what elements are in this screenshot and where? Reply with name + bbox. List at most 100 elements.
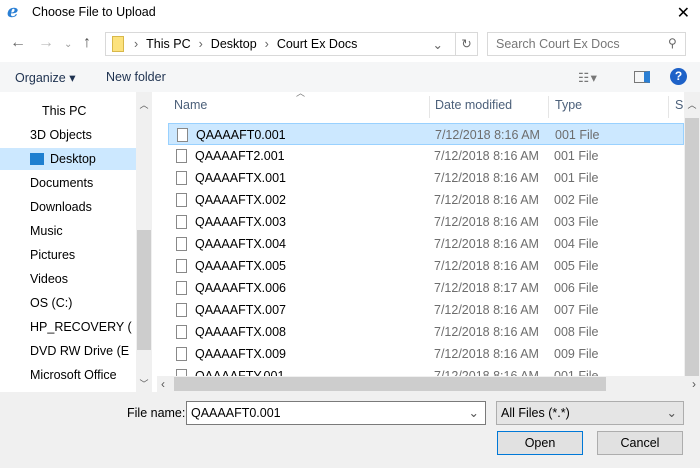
- file-name: QAAAAFTX.001: [195, 171, 287, 185]
- sidebar-item[interactable]: DVD RW Drive (E: [30, 340, 136, 362]
- file-row[interactable]: QAAAAFTX.005 7/12/2018 8:16 AM 005 File: [168, 255, 684, 277]
- column-header-type[interactable]: Type: [555, 92, 582, 118]
- file-name-input[interactable]: QAAAAFT0.001 ⌄: [186, 401, 486, 425]
- sidebar-scrollbar[interactable]: ︿ ﹀: [136, 92, 152, 392]
- file-type-dropdown-icon: ⌄: [666, 406, 677, 420]
- new-folder-button[interactable]: New folder: [106, 70, 166, 84]
- file-row[interactable]: QAAAAFTX.006 7/12/2018 8:17 AM 006 File: [168, 277, 684, 299]
- file-row[interactable]: QAAAAFTX.007 7/12/2018 8:16 AM 007 File: [168, 299, 684, 321]
- file-row[interactable]: QAAAAFT0.001 7/12/2018 8:16 AM 001 File: [168, 123, 684, 145]
- file-date: 7/12/2018 8:16 AM: [434, 325, 539, 339]
- sidebar-item[interactable]: Music: [30, 220, 136, 242]
- file-name: QAAAAFTX.009: [195, 347, 287, 361]
- sidebar-item-label: DVD RW Drive (E: [30, 344, 130, 358]
- sidebar-item[interactable]: HP_RECOVERY (: [30, 316, 136, 338]
- file-type: 007 File: [554, 303, 599, 317]
- sidebar-item[interactable]: This PC: [42, 100, 148, 122]
- file-name: QAAAAFTX.003: [195, 215, 287, 229]
- file-date: 7/12/2018 8:16 AM: [434, 237, 539, 251]
- ie-logo-icon: e: [7, 1, 19, 22]
- view-options-icon[interactable]: ☷ ▾: [578, 70, 597, 85]
- file-icon: [177, 128, 188, 142]
- file-icon: [176, 259, 187, 273]
- address-dropdown-icon[interactable]: ⌄: [433, 37, 443, 52]
- sidebar-item[interactable]: 3D Objects: [30, 124, 136, 146]
- preview-pane-icon[interactable]: [634, 71, 650, 83]
- file-row[interactable]: QAAAAFTX.002 7/12/2018 8:16 AM 002 File: [168, 189, 684, 211]
- recent-chevron-icon[interactable]: ⌄: [64, 39, 72, 50]
- file-name: QAAAAFTX.007: [195, 303, 287, 317]
- up-arrow-icon[interactable]: ↑: [83, 34, 91, 52]
- file-date: 7/12/2018 8:16 AM: [434, 215, 539, 229]
- refresh-icon[interactable]: ↻: [455, 33, 477, 55]
- cancel-button[interactable]: Cancel: [597, 431, 683, 455]
- file-date: 7/12/2018 8:16 AM: [435, 128, 540, 142]
- column-header-date[interactable]: Date modified: [435, 92, 512, 118]
- file-name: QAAAAFTX.002: [195, 193, 287, 207]
- desktop-icon: [30, 153, 44, 165]
- sidebar-item[interactable]: Pictures: [30, 244, 136, 266]
- file-icon: [176, 281, 187, 295]
- sidebar-item[interactable]: OS (C:): [30, 292, 136, 314]
- sidebar-item-label: Microsoft Office: [30, 368, 117, 382]
- sidebar-item-label: Videos: [30, 272, 68, 286]
- file-name-value: QAAAAFT0.001: [191, 406, 281, 420]
- file-row[interactable]: QAAAAFTX.003 7/12/2018 8:16 AM 003 File: [168, 211, 684, 233]
- sidebar-item[interactable]: Documents: [30, 172, 136, 194]
- file-type: 002 File: [554, 193, 599, 207]
- file-icon: [176, 237, 187, 251]
- file-name-label: File name:: [127, 406, 186, 420]
- sidebar-item-label: Music: [30, 224, 63, 238]
- search-input[interactable]: Search Court Ex Docs: [487, 32, 686, 56]
- file-icon: [176, 325, 187, 339]
- file-date: 7/12/2018 8:16 AM: [434, 303, 539, 317]
- file-list-vertical-scrollbar[interactable]: ︿: [684, 92, 700, 376]
- help-icon[interactable]: ?: [670, 68, 687, 85]
- file-name: QAAAAFTX.005: [195, 259, 287, 273]
- column-header-name[interactable]: Name: [174, 92, 207, 118]
- file-type: 006 File: [554, 281, 599, 295]
- sidebar-item[interactable]: Downloads: [30, 196, 136, 218]
- file-type: 009 File: [554, 347, 599, 361]
- column-header-size[interactable]: Si: [675, 92, 684, 118]
- breadcrumb-this-pc[interactable]: This PC: [146, 37, 190, 51]
- sidebar-item[interactable]: Desktop: [0, 148, 136, 170]
- file-date: 7/12/2018 8:17 AM: [434, 281, 539, 295]
- file-row[interactable]: QAAAAFTX.004 7/12/2018 8:16 AM 004 File: [168, 233, 684, 255]
- breadcrumb-desktop[interactable]: Desktop: [211, 37, 257, 51]
- open-button[interactable]: Open: [497, 431, 583, 455]
- file-row[interactable]: QAAAAFT2.001 7/12/2018 8:16 AM 001 File: [168, 145, 684, 167]
- file-row[interactable]: QAAAAFTX.008 7/12/2018 8:16 AM 008 File: [168, 321, 684, 343]
- organize-button[interactable]: Organize ▾: [15, 70, 75, 85]
- file-row[interactable]: QAAAAFTX.009 7/12/2018 8:16 AM 009 File: [168, 343, 684, 365]
- file-type: 001 File: [554, 171, 599, 185]
- address-bar[interactable]: › This PC › Desktop › Court Ex Docs ⌄ ↻: [105, 32, 478, 56]
- organize-label: Organize: [15, 71, 66, 85]
- sort-indicator-icon: ︿: [296, 88, 306, 98]
- sidebar-item-label: 3D Objects: [30, 128, 92, 142]
- forward-arrow-icon[interactable]: →: [38, 34, 54, 52]
- file-name-dropdown-icon[interactable]: ⌄: [469, 405, 479, 420]
- file-type-select[interactable]: All Files (*.*) ⌄: [496, 401, 684, 425]
- file-type: 008 File: [554, 325, 599, 339]
- back-arrow-icon[interactable]: ←: [10, 34, 26, 52]
- file-name: QAAAAFTX.008: [195, 325, 287, 339]
- file-row[interactable]: QAAAAFTX.001 7/12/2018 8:16 AM 001 File: [168, 167, 684, 189]
- file-date: 7/12/2018 8:16 AM: [434, 347, 539, 361]
- file-list-horizontal-scrollbar[interactable]: ‹ ›: [157, 376, 700, 392]
- file-name: QAAAAFT0.001: [196, 128, 286, 142]
- file-name: QAAAAFTX.006: [195, 281, 287, 295]
- sidebar-item-label: Downloads: [30, 200, 92, 214]
- navigation-pane: This PC 3D Objects Desktop Documents Downloa…: [0, 92, 152, 392]
- file-name: QAAAAFT2.001: [195, 149, 285, 163]
- sidebar-item[interactable]: Videos: [30, 268, 136, 290]
- file-type: 001 File: [555, 128, 600, 142]
- file-type-value: All Files (*.*): [501, 406, 570, 420]
- file-date: 7/12/2018 8:16 AM: [434, 171, 539, 185]
- breadcrumb-court-ex-docs[interactable]: Court Ex Docs: [277, 37, 358, 51]
- close-button[interactable]: ✕: [677, 3, 690, 23]
- search-icon: ⚲: [668, 36, 677, 50]
- sidebar-item-label: HP_RECOVERY (: [30, 320, 132, 334]
- file-icon: [176, 347, 187, 361]
- sidebar-item[interactable]: Microsoft Office: [30, 364, 136, 386]
